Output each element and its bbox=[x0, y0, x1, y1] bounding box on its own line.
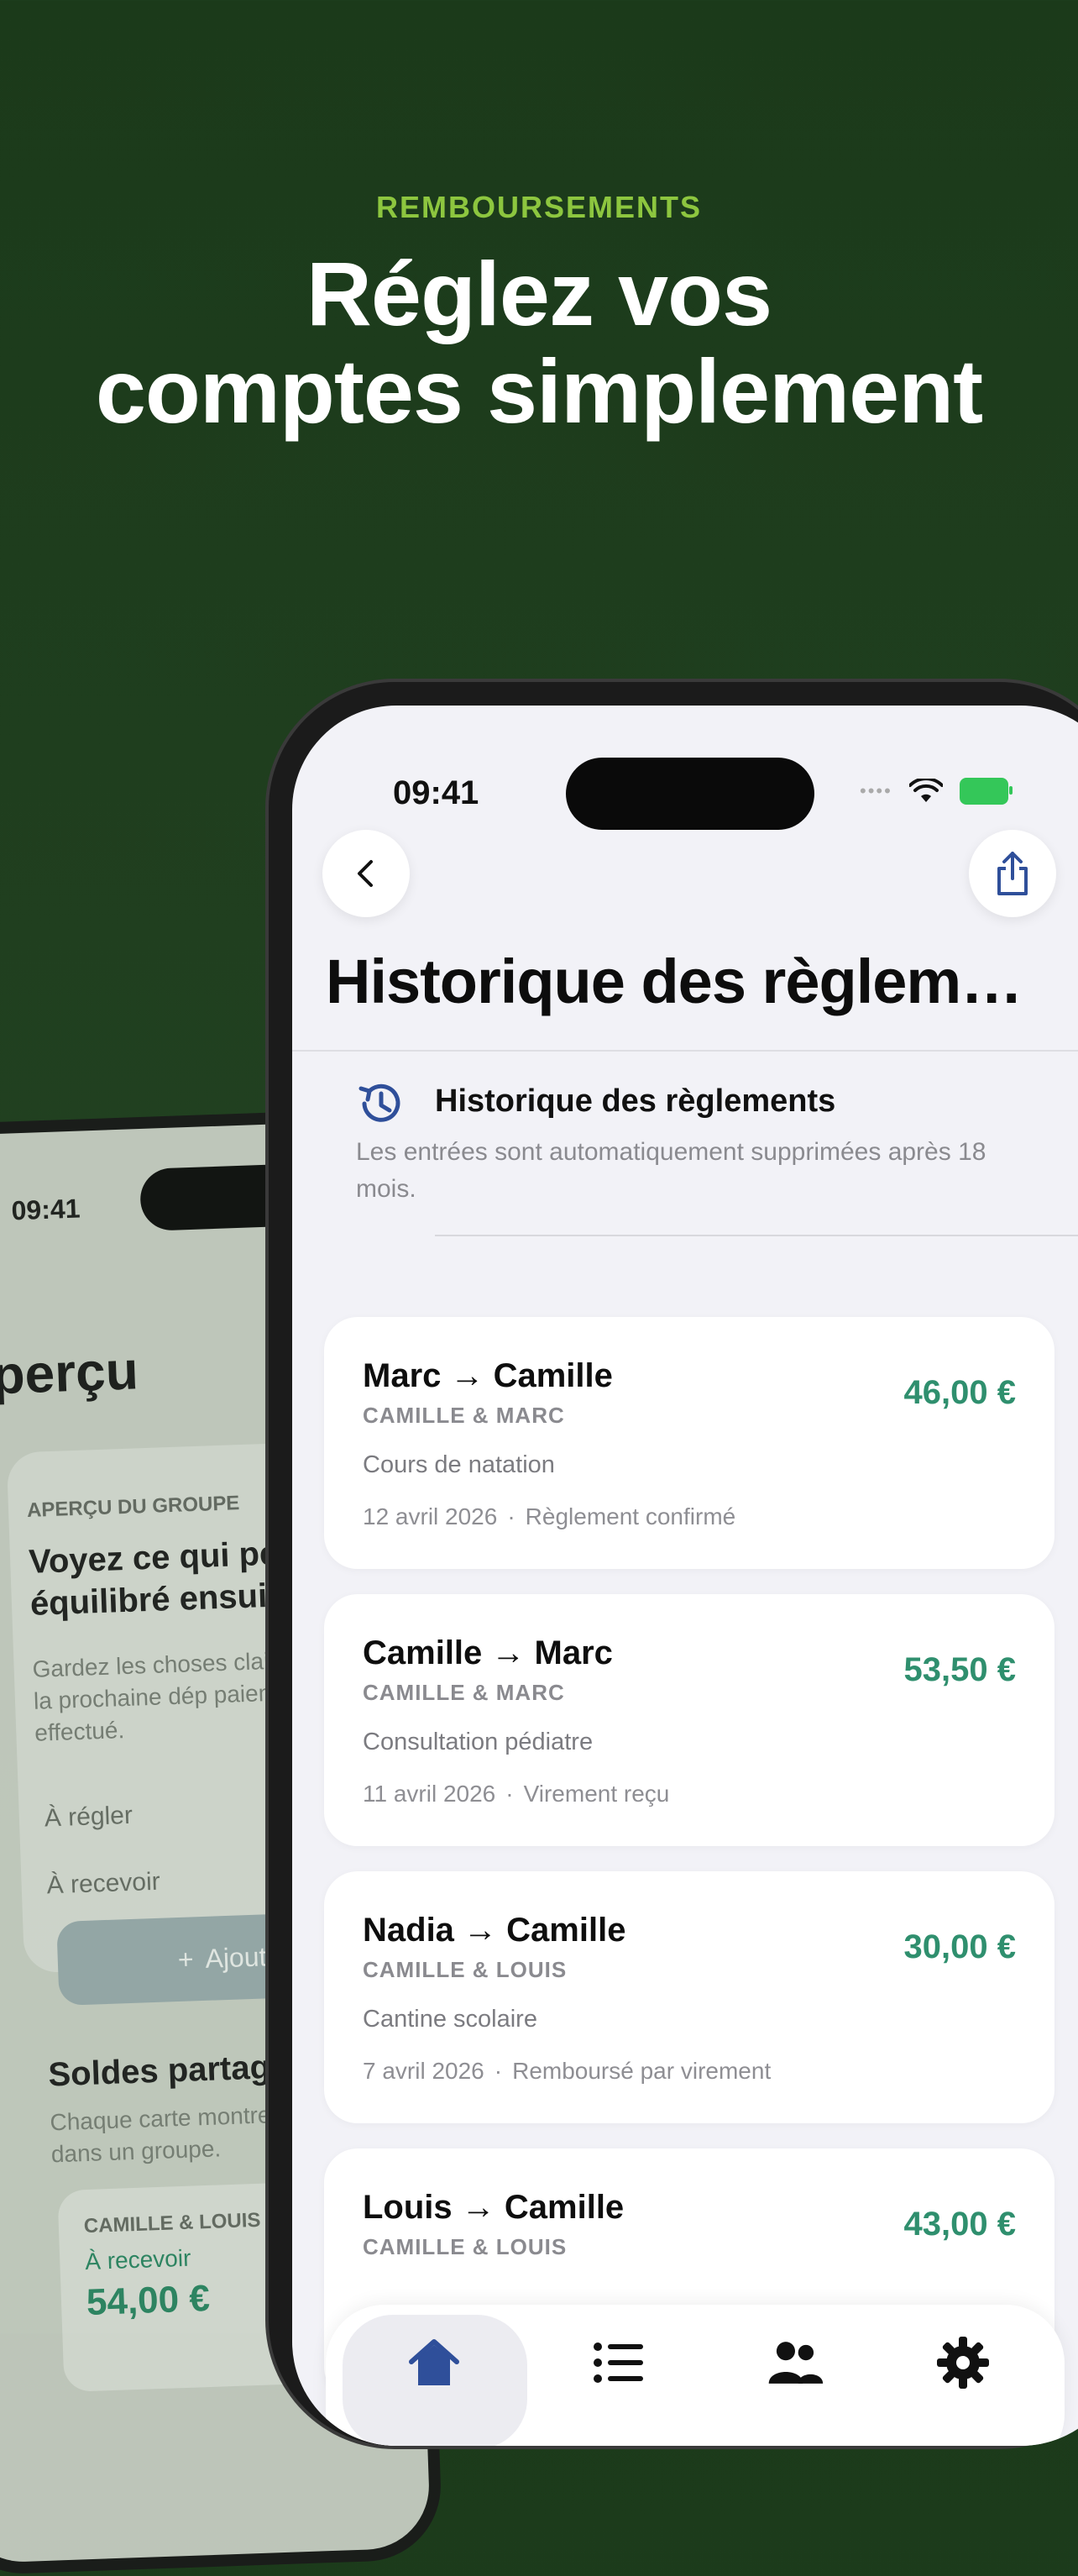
settlement-amount: 43,00 € bbox=[903, 2206, 1016, 2243]
history-icon bbox=[358, 1083, 400, 1122]
status-time: 09:41 bbox=[393, 774, 479, 811]
meta-separator: · bbox=[505, 1781, 514, 1807]
hero-title: Réglez vos comptes simplement bbox=[0, 245, 1078, 440]
settlement-group: CAMILLE & MARC bbox=[363, 1403, 565, 1428]
meta-separator: · bbox=[507, 1503, 515, 1529]
settlement-amount: 53,50 € bbox=[903, 1651, 1016, 1688]
settlement-card[interactable]: Nadia → Camille CAMILLE & LOUIS Cantine … bbox=[324, 1871, 1054, 2123]
share-button[interactable] bbox=[969, 830, 1056, 917]
tab-bar bbox=[326, 2305, 1065, 2446]
settlement-meta: 11 avril 2026 · Virement reçu bbox=[363, 1781, 669, 1807]
share-icon bbox=[997, 852, 1028, 895]
back-balance-label: À recevoir bbox=[84, 2244, 191, 2275]
home-icon bbox=[409, 2339, 459, 2385]
settlement-description: Consultation pédiatre bbox=[363, 1729, 594, 1755]
settlement-description: Cantine scolaire bbox=[363, 2006, 537, 2033]
status-icons: •••• bbox=[860, 778, 1013, 805]
phone-screen: 09:41 •••• Historique des règlem… Histor… bbox=[292, 706, 1078, 2446]
settlement-status: Règlement confirmé bbox=[525, 1503, 736, 1529]
tab-people[interactable] bbox=[766, 2333, 824, 2392]
dynamic-island bbox=[566, 758, 814, 830]
settlement-pair: Marc → Camille bbox=[363, 1357, 613, 1394]
info-body: Les entrées sont automatiquement supprim… bbox=[356, 1138, 986, 1203]
battery-icon bbox=[959, 778, 1013, 805]
settlement-group: CAMILLE & LOUIS bbox=[363, 1957, 568, 1982]
back-status-time: 09:41 bbox=[10, 1193, 81, 1226]
settlement-date: 12 avril 2026 bbox=[363, 1503, 498, 1529]
wifi-icon bbox=[908, 779, 943, 802]
info-divider bbox=[435, 1235, 1078, 1236]
settlement-pair: Louis → Camille bbox=[363, 2189, 625, 2226]
settlement-date: 7 avril 2026 bbox=[363, 2058, 484, 2084]
hero-title-line2: comptes simplement bbox=[95, 340, 983, 442]
hero-title-line1: Réglez vos bbox=[306, 243, 772, 344]
settlement-status: Remboursé par virement bbox=[512, 2058, 772, 2084]
plus-icon: + bbox=[177, 1943, 195, 1975]
settlement-meta: 7 avril 2026 · Remboursé par virement bbox=[363, 2058, 771, 2085]
header-divider bbox=[292, 1050, 1078, 1052]
list-icon bbox=[594, 2343, 643, 2383]
gear-icon bbox=[937, 2337, 989, 2389]
chevron-left-icon bbox=[358, 860, 373, 887]
back-row-pay[interactable]: À régler bbox=[44, 1802, 133, 1834]
meta-separator: · bbox=[494, 2058, 503, 2084]
settlement-amount: 30,00 € bbox=[903, 1928, 1016, 1965]
phone-mockup: 09:41 •••• Historique des règlem… Histor… bbox=[269, 682, 1078, 2446]
settlement-pair: Camille → Marc bbox=[363, 1634, 613, 1671]
back-balance-value: 54,00 € bbox=[86, 2277, 211, 2324]
tab-settings[interactable] bbox=[934, 2333, 992, 2392]
people-icon bbox=[768, 2342, 824, 2384]
settlement-group: CAMILLE & MARC bbox=[363, 1680, 565, 1705]
settlement-status: Virement reçu bbox=[523, 1781, 670, 1807]
settlement-card[interactable]: Marc → Camille CAMILLE & MARC Cours de n… bbox=[324, 1317, 1054, 1569]
settlement-date: 11 avril 2026 bbox=[363, 1781, 496, 1807]
back-page-title: perçu bbox=[0, 1340, 139, 1406]
settlement-group: CAMILLE & LOUIS bbox=[363, 2234, 568, 2259]
tab-list[interactable] bbox=[589, 2333, 648, 2392]
hero-eyebrow: REMBOURSEMENTS bbox=[375, 190, 703, 224]
settlement-pair: Nadia → Camille bbox=[363, 1912, 626, 1949]
page-title: Historique des règlem… bbox=[326, 947, 1023, 1016]
settlement-description: Cours de natation bbox=[363, 1451, 555, 1478]
tab-home[interactable] bbox=[405, 2333, 463, 2392]
settlement-meta: 12 avril 2026 · Règlement confirmé bbox=[363, 1503, 735, 1530]
back-button[interactable] bbox=[322, 830, 410, 917]
settlement-card[interactable]: Camille → Marc CAMILLE & MARC Consultati… bbox=[324, 1594, 1054, 1846]
signal-icon: •••• bbox=[860, 780, 892, 801]
settlement-amount: 46,00 € bbox=[903, 1374, 1016, 1411]
info-title: Historique des règlements bbox=[435, 1083, 836, 1119]
back-row-receive[interactable]: À recevoir bbox=[46, 1868, 160, 1901]
